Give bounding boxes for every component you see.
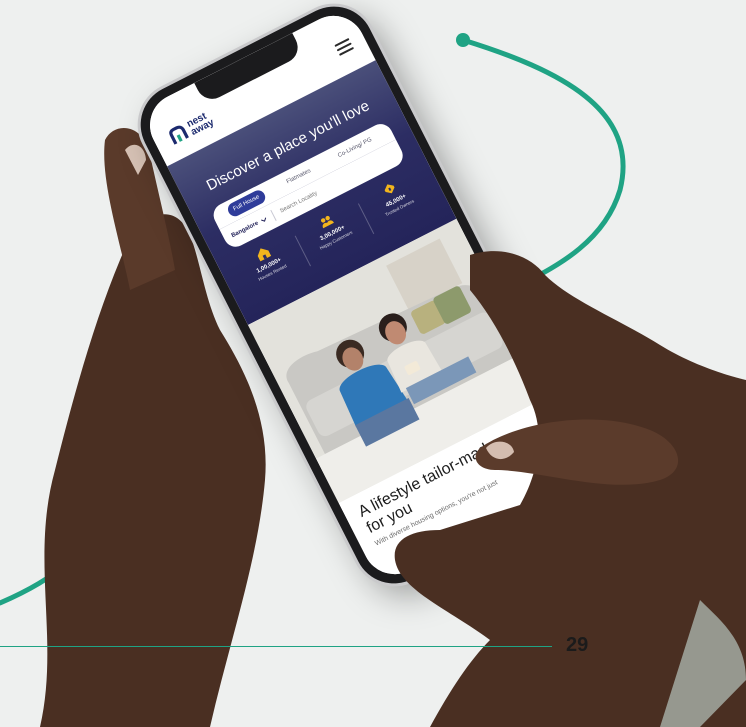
right-hand bbox=[394, 251, 746, 727]
footer-rule bbox=[0, 646, 552, 647]
page-number: 29 bbox=[566, 634, 589, 656]
scene: nest away Discover a place you'll love F… bbox=[0, 0, 746, 727]
